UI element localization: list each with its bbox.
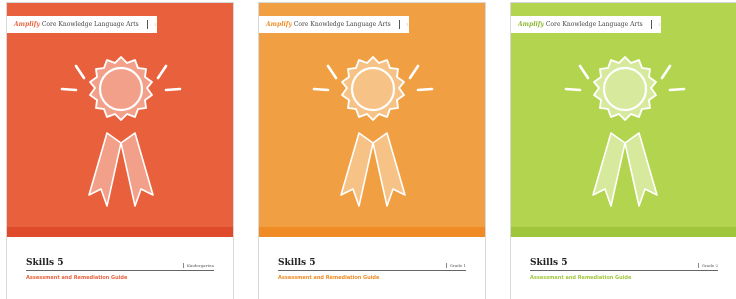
book-title: Skills 5 <box>530 258 568 268</box>
program-name: Core Knowledge Language Arts <box>41 21 139 28</box>
book-cover-grade-2: Amplify Core Knowledge Language Arts Ski… <box>511 3 736 299</box>
grade-label: Grade 2 <box>697 263 718 268</box>
cover-footer: Skills 5 Grade 2 Assessment and Remediat… <box>530 258 718 281</box>
amplify-logo-text: Amplify <box>518 21 544 28</box>
book-subtitle: Assessment and Remediation Guide <box>278 275 380 281</box>
cover-color-stripe <box>7 227 233 237</box>
book-cover-kindergarten: Amplify Core Knowledge Language Arts Ski… <box>7 3 233 299</box>
cover-footer: Skills 5 Grade 1 Assessment and Remediat… <box>278 258 466 281</box>
brand-bar: Amplify Core Knowledge Language Arts <box>259 16 409 33</box>
cover-footer: Skills 5 Kindergarten Assessment and Rem… <box>26 258 214 281</box>
cover-color-stripe <box>259 227 485 237</box>
cover-color-stripe <box>511 227 736 237</box>
ckla-logo-icon <box>658 23 661 26</box>
award-ribbon-icon <box>60 56 182 207</box>
grade-label: Kindergarten <box>182 263 214 268</box>
brand-bar: Amplify Core Knowledge Language Arts <box>511 16 661 33</box>
program-name: Core Knowledge Language Arts <box>293 21 391 28</box>
ckla-logo-icon <box>154 23 157 26</box>
book-title: Skills 5 <box>26 258 64 268</box>
book-cover-grade-1: Amplify Core Knowledge Language Arts Ski… <box>259 3 485 299</box>
book-subtitle: Assessment and Remediation Guide <box>26 275 128 281</box>
grade-label: Grade 1 <box>445 263 466 268</box>
program-name: Core Knowledge Language Arts <box>545 21 643 28</box>
brand-bar: Amplify Core Knowledge Language Arts <box>7 16 157 33</box>
book-subtitle: Assessment and Remediation Guide <box>530 275 632 281</box>
award-ribbon-icon <box>564 56 686 207</box>
ckla-logo-icon <box>406 23 409 26</box>
amplify-logo-text: Amplify <box>266 21 292 28</box>
amplify-logo-text: Amplify <box>14 21 40 28</box>
book-title: Skills 5 <box>278 258 316 268</box>
award-ribbon-icon <box>312 56 434 207</box>
